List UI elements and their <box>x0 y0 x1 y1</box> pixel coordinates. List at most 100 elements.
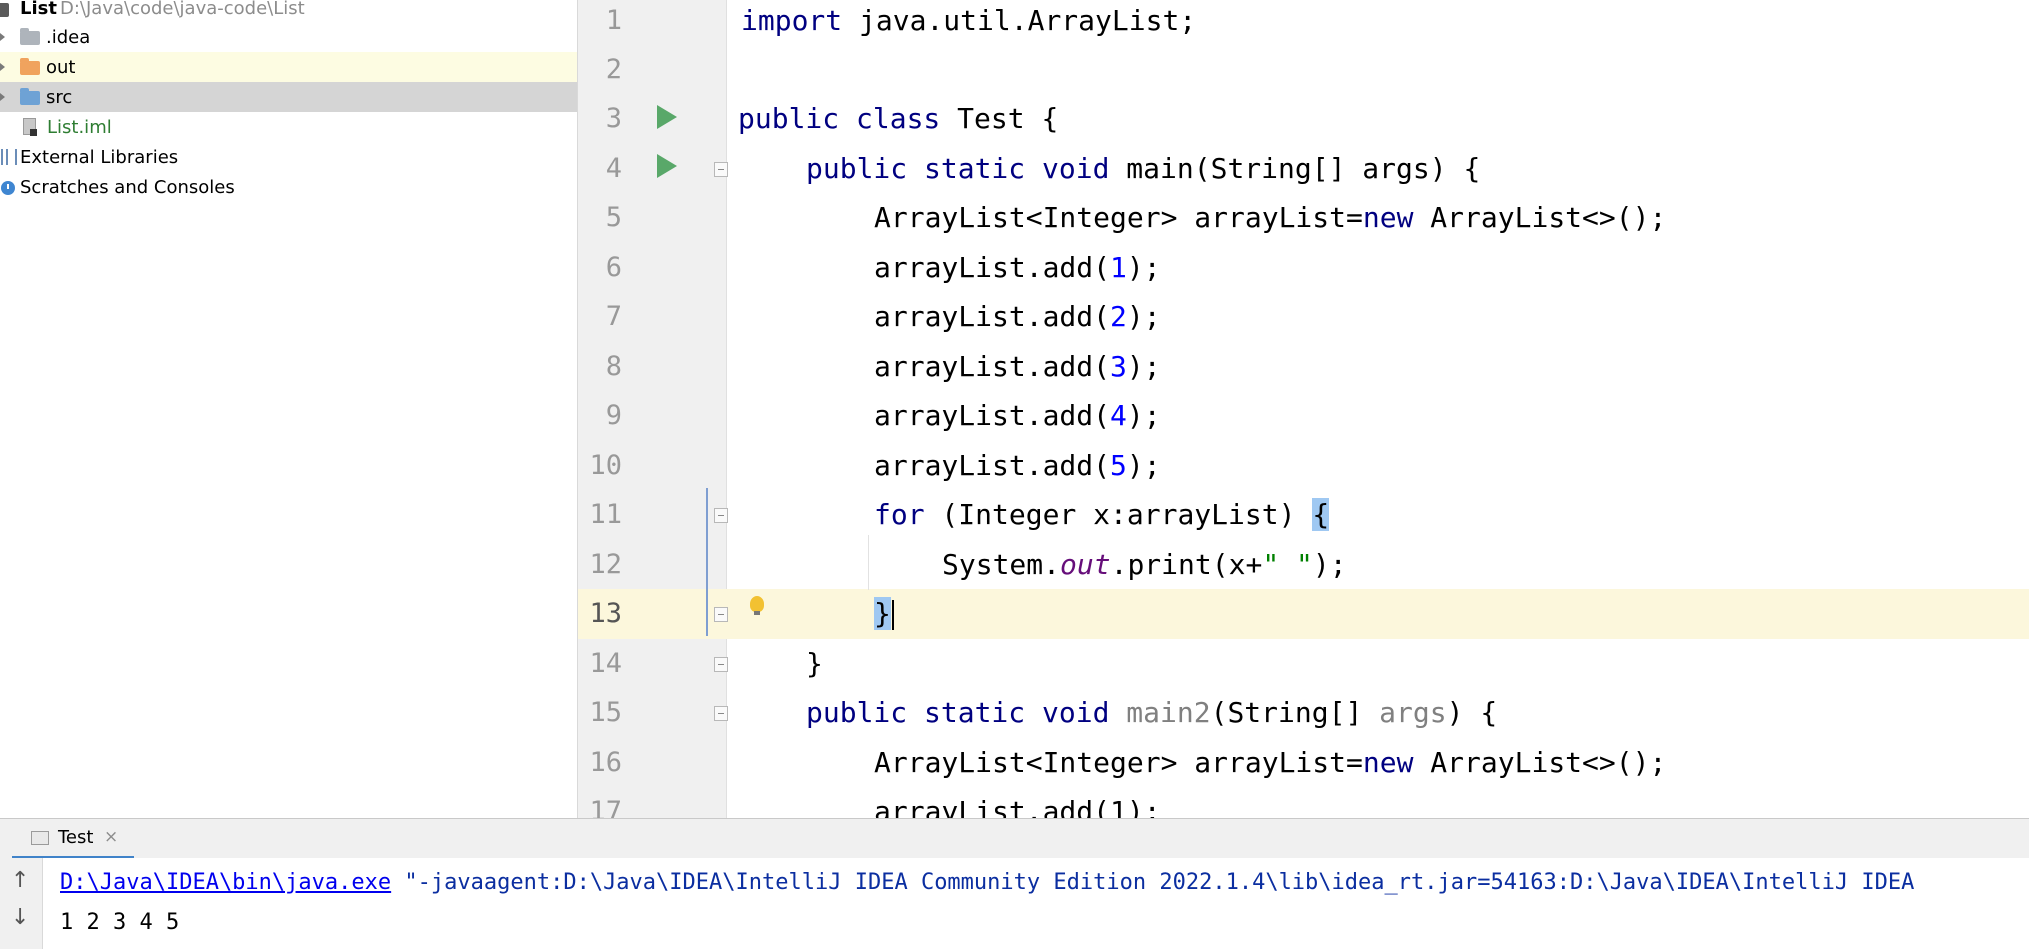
folder-icon <box>20 58 40 75</box>
line-number: 10 <box>589 450 622 481</box>
tab-test[interactable]: Test × <box>12 819 134 859</box>
code-line-10[interactable]: arrayList.add(5); <box>874 441 1161 491</box>
code-text: } <box>806 647 823 680</box>
code-line-15[interactable]: public static void main2(String[] args) … <box>806 688 1497 738</box>
intention-bulb-icon[interactable] <box>750 596 764 615</box>
line-number: 5 <box>605 202 622 233</box>
folder-icon <box>20 88 40 105</box>
code-line-13[interactable]: } <box>874 589 894 639</box>
static-field: out <box>1060 548 1111 581</box>
up-arrow-icon[interactable]: ↑ <box>11 868 29 893</box>
folder-icon <box>20 28 40 45</box>
root-name: List <box>20 0 57 19</box>
code-text: .print(x+ <box>1110 548 1263 581</box>
code-line-17[interactable]: arrayList.add(1); <box>874 787 1161 818</box>
code-text: arrayList.add( <box>874 399 1111 432</box>
line-number: 17 <box>589 796 622 818</box>
expand-arrow-icon[interactable] <box>0 33 5 41</box>
tree-item-label: External Libraries <box>20 146 179 168</box>
module-icon <box>0 3 9 17</box>
code-line-8[interactable]: arrayList.add(3); <box>874 342 1161 392</box>
fold-icon[interactable] <box>714 657 728 672</box>
keyword: for <box>874 498 925 531</box>
tree-item-idea[interactable]: .idea <box>0 22 577 52</box>
string-literal: " " <box>1262 548 1313 581</box>
keyword: new <box>1362 746 1414 779</box>
line-number: 6 <box>605 252 622 283</box>
tree-item-label: .idea <box>46 26 91 48</box>
fold-icon[interactable] <box>714 706 728 721</box>
code-text: ArrayList<Integer> arrayList= <box>874 201 1363 234</box>
code-text: ); <box>1126 300 1161 333</box>
close-icon[interactable]: × <box>104 827 118 847</box>
number-literal: 2 <box>1110 300 1127 333</box>
expand-arrow-icon[interactable] <box>0 93 5 101</box>
run-class-icon[interactable] <box>657 105 677 129</box>
run-toolbar: ↑ ↓ <box>0 858 43 949</box>
line-number: 4 <box>605 153 622 184</box>
code-line-4[interactable]: public static void main(String[] args) { <box>806 144 1480 194</box>
code-line-6[interactable]: arrayList.add(1); <box>874 243 1161 293</box>
tree-item-label: out <box>46 56 76 78</box>
run-main-icon[interactable] <box>657 154 677 178</box>
library-icon <box>1 149 17 165</box>
tree-item-scratches[interactable]: Scratches and Consoles <box>0 172 577 202</box>
code-line-11[interactable]: for (Integer x:arrayList) { <box>874 490 1330 540</box>
code-line-1[interactable]: import java.util.ArrayList; <box>741 0 1196 46</box>
line-number: 3 <box>605 103 622 134</box>
code-line-7[interactable]: arrayList.add(2); <box>874 292 1161 342</box>
line-number: 9 <box>605 400 622 431</box>
down-arrow-icon[interactable]: ↓ <box>11 905 29 930</box>
line-number: 8 <box>605 351 622 382</box>
current-line-highlight <box>578 589 2029 639</box>
code-line-14[interactable]: } <box>806 639 823 689</box>
command-args: "-javaagent:D:\Java\IDEA\IntelliJ IDEA C… <box>391 870 1915 895</box>
keyword: public static void <box>806 152 1110 185</box>
expand-arrow-icon[interactable] <box>0 63 5 71</box>
code-text: arrayList.add(1); <box>874 795 1161 818</box>
fold-icon[interactable] <box>714 162 728 177</box>
number-literal: 1 <box>1110 251 1127 284</box>
line-number: 14 <box>589 648 622 679</box>
scope-indicator <box>706 488 708 636</box>
line-number-current: 13 <box>589 598 622 629</box>
code-line-5[interactable]: ArrayList<Integer> arrayList=new ArrayLi… <box>874 193 1666 243</box>
line-number: 16 <box>589 747 622 778</box>
line-number: 11 <box>589 499 622 530</box>
tree-root[interactable]: List D:\Java\code\java-code\List <box>0 0 577 23</box>
tree-item-label: List.iml <box>47 116 112 138</box>
fold-icon[interactable] <box>714 607 728 622</box>
fold-icon[interactable] <box>714 508 728 523</box>
run-panel-header: Test × <box>0 818 2029 859</box>
code-text: (String[] <box>1210 696 1380 729</box>
code-text: ) { <box>1446 696 1498 729</box>
code-editor[interactable]: 1 2 3 4 5 6 7 8 9 10 11 12 13 14 15 16 1… <box>578 0 2029 818</box>
unused-method-name: main2 <box>1126 696 1211 729</box>
tree-item-out[interactable]: out <box>0 52 577 82</box>
tree-item-list-iml[interactable]: List.iml <box>0 112 577 142</box>
code-text: (Integer x:arrayList) <box>924 498 1313 531</box>
number-literal: 5 <box>1110 449 1127 482</box>
code-text: Test { <box>940 102 1059 135</box>
code-text: System. <box>942 548 1061 581</box>
run-console[interactable]: ↑ ↓ D:\Java\IDEA\bin\java.exe "-javaagen… <box>0 858 2029 949</box>
number-literal: 3 <box>1110 350 1127 383</box>
code-line-16[interactable]: ArrayList<Integer> arrayList=new ArrayLi… <box>874 738 1666 788</box>
code-text: arrayList.add( <box>874 300 1111 333</box>
code-text: arrayList.add( <box>874 251 1111 284</box>
java-exe-link[interactable]: D:\Java\IDEA\bin\java.exe <box>60 870 391 895</box>
number-literal: 4 <box>1110 399 1127 432</box>
code-text: ); <box>1126 449 1161 482</box>
code-line-12[interactable]: System.out.print(x+" "); <box>942 540 1347 590</box>
tree-item-src[interactable]: src <box>0 82 577 112</box>
console-command-line: D:\Java\IDEA\bin\java.exe "-javaagent:D:… <box>60 870 1914 895</box>
keyword: import <box>741 4 843 37</box>
run-config-icon <box>31 831 49 845</box>
code-line-9[interactable]: arrayList.add(4); <box>874 391 1161 441</box>
root-path: D:\Java\code\java-code\List <box>60 0 305 19</box>
tree-item-external-libraries[interactable]: External Libraries <box>0 142 577 172</box>
indent-guide <box>868 535 869 590</box>
code-text: arrayList.add( <box>874 350 1111 383</box>
code-line-3[interactable]: public class Test { <box>738 94 1058 144</box>
